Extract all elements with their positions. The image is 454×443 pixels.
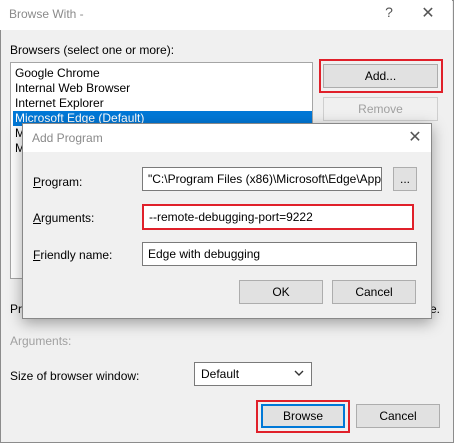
program-browse-button[interactable]: ... xyxy=(393,167,417,191)
size-label: Size of browser window: xyxy=(10,369,140,383)
program-label-rest: rogram: xyxy=(41,175,83,189)
list-item[interactable]: Internal Web Browser xyxy=(13,81,312,96)
add-button[interactable]: Add... xyxy=(323,64,438,88)
program-prefix-text: Pr xyxy=(10,302,22,316)
cancel-button[interactable]: Cancel xyxy=(356,404,440,428)
friendly-name-label: Friendly name: xyxy=(33,248,112,262)
size-select[interactable]: Default xyxy=(194,362,312,386)
close-window-icon[interactable]: ✕ xyxy=(418,3,438,23)
add-program-dialog: Add Program ✕ Program: "C:\Program Files… xyxy=(22,123,432,319)
arguments-label: Arguments: xyxy=(10,334,72,348)
list-item[interactable]: Google Chrome xyxy=(13,66,312,81)
program-label: Program: xyxy=(33,175,82,189)
arguments-label-accel: A xyxy=(33,211,42,225)
dialog-title: Add Program xyxy=(32,131,103,145)
dialog-close-icon[interactable]: ✕ xyxy=(405,127,425,147)
dialog-arguments-label: Arguments: xyxy=(33,211,94,225)
remove-button[interactable]: Remove xyxy=(323,97,438,121)
dialog-cancel-button[interactable]: Cancel xyxy=(332,280,416,304)
arguments-label-rest: rguments: xyxy=(41,211,95,225)
program-input[interactable]: "C:\Program Files (x86)\Microsoft\Edge\A… xyxy=(142,167,382,191)
window-title: Browse With - xyxy=(9,7,84,21)
chevron-down-icon xyxy=(294,370,304,376)
list-item[interactable]: Internet Explorer xyxy=(13,96,312,111)
friendly-label-rest: riendly name: xyxy=(40,248,113,262)
program-label-accel: P xyxy=(33,175,42,189)
friendly-name-input[interactable]: Edge with debugging xyxy=(142,242,417,266)
browsers-label: Browsers (select one or more): xyxy=(10,43,175,57)
ok-button[interactable]: OK xyxy=(239,280,323,304)
help-button[interactable]: ? xyxy=(379,4,399,24)
size-select-value: Default xyxy=(201,367,240,381)
browse-button[interactable]: Browse xyxy=(261,404,345,428)
arguments-input[interactable]: --remote-debugging-port=9222 xyxy=(142,204,414,230)
